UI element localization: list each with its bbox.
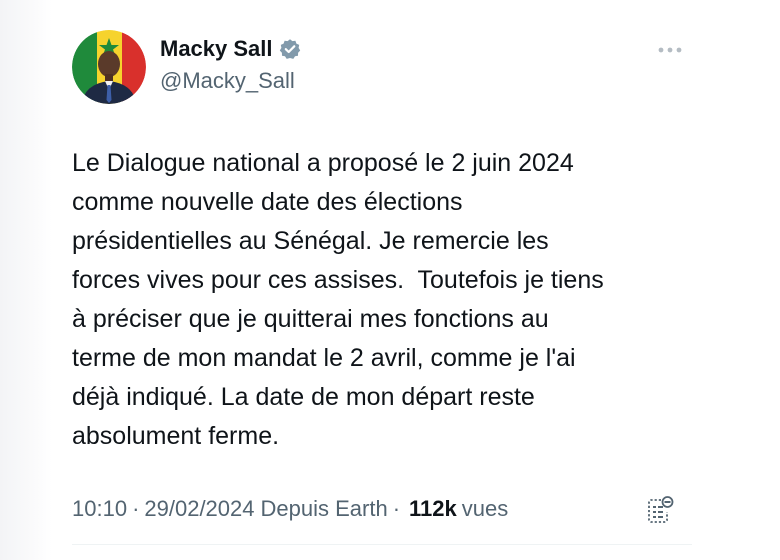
meta-separator-2: · bbox=[392, 496, 401, 521]
tweet-time[interactable]: 10:10 bbox=[72, 496, 127, 522]
analytics-button[interactable] bbox=[644, 494, 676, 526]
tweet-card: Macky Sall @Macky_Sall Le Dialogue natio… bbox=[52, 0, 692, 560]
background-timeline-fade bbox=[0, 0, 52, 560]
analytics-icon bbox=[648, 496, 674, 523]
tweet-text: Le Dialogue national a proposé le 2 juin… bbox=[72, 149, 604, 450]
tweet-divider bbox=[72, 544, 692, 545]
avatar-image bbox=[72, 30, 146, 104]
meta-separator: · bbox=[132, 496, 140, 521]
tweet-source: Depuis Earth bbox=[260, 496, 388, 521]
more-options-button[interactable] bbox=[656, 40, 684, 60]
display-name[interactable]: Macky Sall bbox=[160, 36, 273, 62]
verified-badge-icon bbox=[279, 38, 301, 60]
avatar[interactable] bbox=[72, 30, 146, 104]
tweet-date[interactable]: 29/02/2024 bbox=[144, 496, 254, 522]
views-label: vues bbox=[461, 496, 509, 521]
author-handle[interactable]: @Macky_Sall bbox=[160, 68, 295, 94]
views-count[interactable]: 112k bbox=[409, 496, 457, 522]
author-name-row: Macky Sall bbox=[160, 36, 301, 62]
more-dots-icon bbox=[658, 47, 682, 53]
page: Macky Sall @Macky_Sall Le Dialogue natio… bbox=[0, 0, 780, 560]
tweet-metadata: 10:10 · 29/02/2024 Depuis Earth · 112k v… bbox=[72, 496, 508, 522]
